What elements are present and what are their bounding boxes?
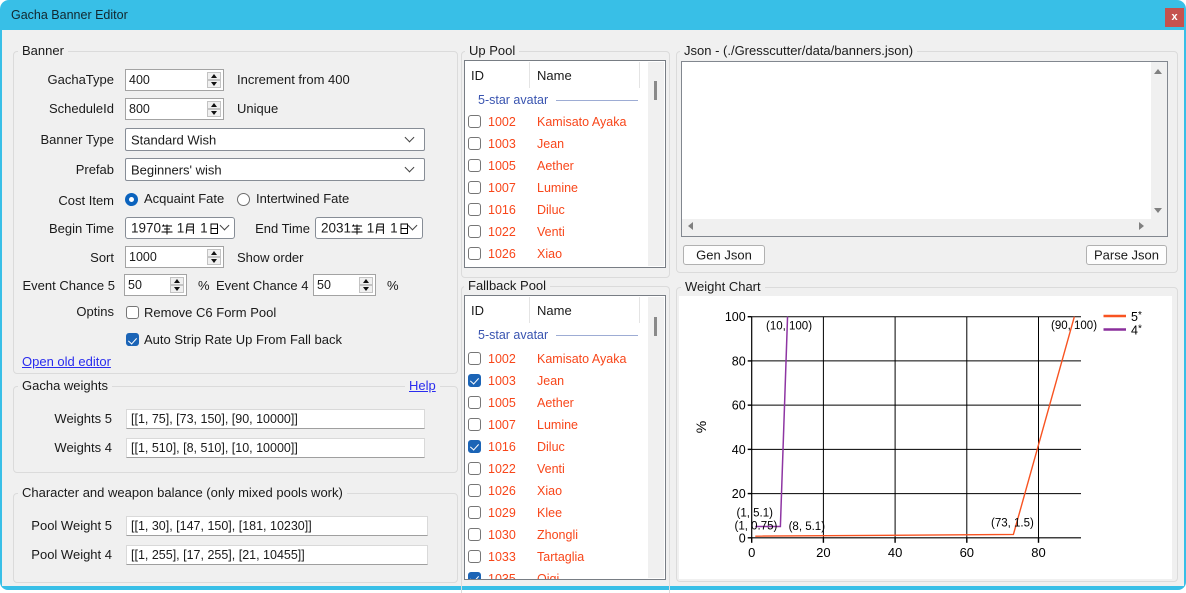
svg-text:(8, 5.1): (8, 5.1): [789, 521, 826, 533]
svg-text:20: 20: [816, 545, 830, 560]
svg-text:0: 0: [748, 545, 755, 560]
svg-text:60: 60: [960, 545, 974, 560]
svg-text:40: 40: [888, 545, 902, 560]
svg-text:(1, 5.1): (1, 5.1): [737, 508, 774, 520]
svg-text:(1, 0.75): (1, 0.75): [735, 521, 778, 533]
svg-text:20: 20: [732, 487, 746, 501]
svg-text:%: %: [693, 421, 709, 433]
svg-text:0: 0: [739, 531, 746, 545]
svg-text:40: 40: [732, 443, 746, 457]
svg-text:100: 100: [725, 310, 746, 324]
svg-text:80: 80: [1031, 545, 1045, 560]
svg-text:80: 80: [732, 354, 746, 368]
svg-text:(90, 100): (90, 100): [1051, 320, 1097, 332]
svg-text:60: 60: [732, 399, 746, 413]
svg-text:(10, 100): (10, 100): [766, 321, 812, 333]
svg-text:(73, 1.5): (73, 1.5): [991, 518, 1034, 530]
